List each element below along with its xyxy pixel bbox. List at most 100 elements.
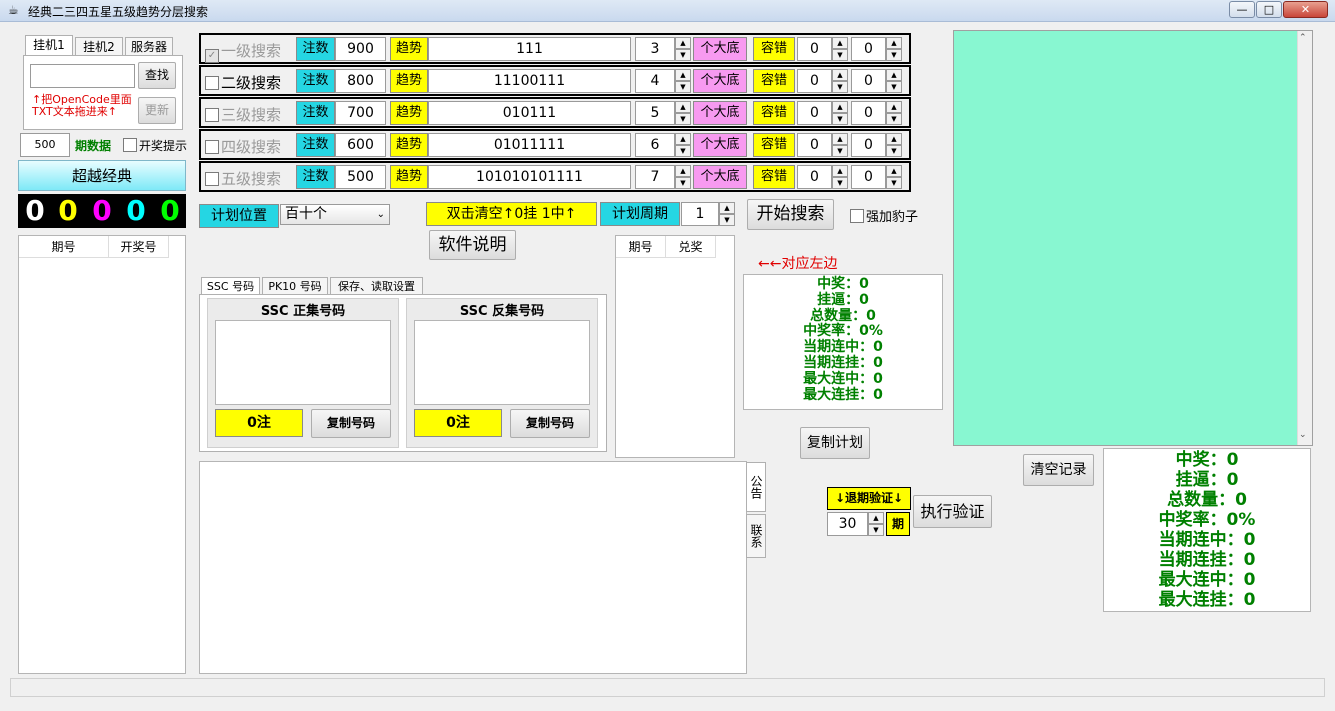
table-header-period[interactable]: 期号: [19, 236, 109, 258]
tolerance-input-1[interactable]: 0: [797, 165, 832, 189]
up-arrow-icon[interactable]: ▲: [675, 165, 691, 177]
down-arrow-icon[interactable]: ▼: [886, 81, 902, 93]
tab-ssc-codes[interactable]: SSC 号码: [201, 277, 260, 295]
backtest-down-arrow-icon[interactable]: ▼: [868, 524, 884, 536]
backtest-up-arrow-icon[interactable]: ▲: [868, 512, 884, 524]
plan-position-select[interactable]: 百十个 ⌄: [280, 204, 390, 225]
scroll-up-icon[interactable]: ⌃: [1299, 33, 1307, 43]
down-arrow-icon[interactable]: ▼: [832, 145, 848, 157]
down-arrow-icon[interactable]: ▼: [886, 113, 902, 125]
notice-textarea[interactable]: [199, 461, 747, 674]
trend-label[interactable]: 趋势: [390, 133, 428, 157]
clear-record-button[interactable]: 清空记录: [1023, 454, 1094, 486]
down-arrow-icon[interactable]: ▼: [675, 49, 691, 61]
period-count-input[interactable]: 500: [20, 133, 70, 157]
cycle-down-arrow-icon[interactable]: ▼: [719, 214, 735, 226]
up-arrow-icon[interactable]: ▲: [832, 165, 848, 177]
tab-notice[interactable]: 公告: [746, 462, 766, 512]
tolerance-input-2[interactable]: 0: [851, 37, 886, 61]
down-arrow-icon[interactable]: ▼: [832, 113, 848, 125]
bottom-count-input[interactable]: 3: [635, 37, 675, 61]
plan-cycle-input[interactable]: 1: [681, 202, 719, 226]
up-arrow-icon[interactable]: ▲: [675, 69, 691, 81]
bet-count-input[interactable]: 800: [335, 69, 386, 93]
down-arrow-icon[interactable]: ▼: [832, 81, 848, 93]
down-arrow-icon[interactable]: ▼: [832, 49, 848, 61]
down-arrow-icon[interactable]: ▼: [886, 145, 902, 157]
tab-guaji2[interactable]: 挂机2: [75, 37, 123, 56]
trend-label[interactable]: 趋势: [390, 165, 428, 189]
prize-table[interactable]: [615, 235, 735, 458]
start-search-button[interactable]: 开始搜索: [747, 199, 834, 230]
copy-negative-button[interactable]: 复制号码: [510, 409, 590, 438]
bet-count-input[interactable]: 600: [335, 133, 386, 157]
up-arrow-icon[interactable]: ▲: [675, 37, 691, 49]
tolerance-input-1[interactable]: 0: [797, 101, 832, 125]
draw-history-table[interactable]: [18, 235, 186, 674]
trend-label[interactable]: 趋势: [390, 69, 428, 93]
bottom-count-input[interactable]: 7: [635, 165, 675, 189]
prize-table-header-period[interactable]: 期号: [616, 236, 666, 258]
down-arrow-icon[interactable]: ▼: [832, 177, 848, 189]
double-click-clear-label[interactable]: 双击清空↑0挂 1中↑: [426, 202, 597, 226]
level-5-checkbox[interactable]: 五级搜索: [205, 168, 281, 189]
down-arrow-icon[interactable]: ▼: [675, 145, 691, 157]
backtest-periods-input[interactable]: 30: [827, 512, 868, 536]
trend-label[interactable]: 趋势: [390, 37, 428, 61]
down-arrow-icon[interactable]: ▼: [886, 49, 902, 61]
bet-count-input[interactable]: 700: [335, 101, 386, 125]
bottom-count-input[interactable]: 4: [635, 69, 675, 93]
copy-positive-button[interactable]: 复制号码: [311, 409, 391, 438]
tolerance-input-2[interactable]: 0: [851, 133, 886, 157]
tolerance-input-1[interactable]: 0: [797, 133, 832, 157]
trend-label[interactable]: 趋势: [390, 101, 428, 125]
lottery-tip-checkbox[interactable]: 开奖提示: [123, 137, 187, 154]
minimize-button[interactable]: —: [1229, 1, 1255, 18]
find-button[interactable]: 查找: [138, 62, 176, 89]
up-arrow-icon[interactable]: ▲: [675, 101, 691, 113]
down-arrow-icon[interactable]: ▼: [675, 81, 691, 93]
level-3-checkbox[interactable]: 三级搜索: [205, 104, 281, 125]
tab-save-load-settings[interactable]: 保存、读取设置: [330, 277, 423, 295]
table-header-draw[interactable]: 开奖号: [109, 236, 169, 258]
up-arrow-icon[interactable]: ▲: [832, 69, 848, 81]
tolerance-input-2[interactable]: 0: [851, 69, 886, 93]
update-button[interactable]: 更新: [138, 97, 176, 124]
bet-count-input[interactable]: 900: [335, 37, 386, 61]
up-arrow-icon[interactable]: ▲: [675, 133, 691, 145]
close-button[interactable]: ✕: [1283, 1, 1328, 18]
trend-pattern-input[interactable]: 01011111: [428, 133, 631, 157]
tab-pk10-codes[interactable]: PK10 号码: [262, 277, 328, 295]
plan-output-textarea[interactable]: [953, 30, 1313, 446]
up-arrow-icon[interactable]: ▲: [832, 101, 848, 113]
tolerance-input-2[interactable]: 0: [851, 165, 886, 189]
trend-pattern-input[interactable]: 101010101111: [428, 165, 631, 189]
up-arrow-icon[interactable]: ▲: [886, 37, 902, 49]
software-manual-button[interactable]: 软件说明: [429, 230, 516, 260]
plan-output-scrollbar[interactable]: [1297, 31, 1312, 445]
scroll-down-icon[interactable]: ⌄: [1299, 430, 1307, 440]
tab-server[interactable]: 服务器: [125, 37, 173, 56]
run-backtest-button[interactable]: 执行验证: [913, 495, 992, 528]
tab-guaji1[interactable]: 挂机1: [25, 35, 73, 56]
prize-table-header-redeem[interactable]: 兑奖: [666, 236, 716, 258]
copy-plan-button[interactable]: 复制计划: [800, 427, 870, 459]
negative-set-textarea[interactable]: [414, 320, 590, 405]
tab-contact[interactable]: 联系: [746, 514, 766, 558]
trend-pattern-input[interactable]: 010111: [428, 101, 631, 125]
up-arrow-icon[interactable]: ▲: [886, 165, 902, 177]
up-arrow-icon[interactable]: ▲: [886, 133, 902, 145]
tolerance-input-1[interactable]: 0: [797, 69, 832, 93]
bottom-count-input[interactable]: 5: [635, 101, 675, 125]
trend-pattern-input[interactable]: 11100111: [428, 69, 631, 93]
down-arrow-icon[interactable]: ▼: [675, 113, 691, 125]
trend-pattern-input[interactable]: 111: [428, 37, 631, 61]
bottom-count-input[interactable]: 6: [635, 133, 675, 157]
positive-set-textarea[interactable]: [215, 320, 391, 405]
up-arrow-icon[interactable]: ▲: [886, 101, 902, 113]
level-2-checkbox[interactable]: 二级搜索: [205, 72, 281, 93]
maximize-button[interactable]: □: [1256, 1, 1282, 18]
up-arrow-icon[interactable]: ▲: [832, 133, 848, 145]
level-1-checkbox[interactable]: ✓ 一级搜索: [205, 40, 281, 63]
tolerance-input-2[interactable]: 0: [851, 101, 886, 125]
